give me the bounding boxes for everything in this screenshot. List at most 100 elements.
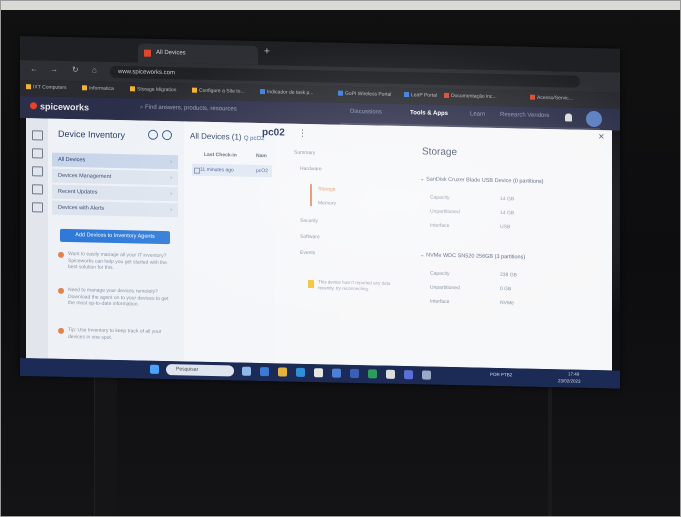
- field-value: USB: [500, 224, 511, 231]
- row-checkbox[interactable]: [194, 167, 200, 174]
- task-view-icon[interactable]: [242, 366, 251, 376]
- tree-item[interactable]: Events: [300, 250, 315, 256]
- col-last-checkin[interactable]: Last Check-in: [204, 152, 237, 159]
- warning-icon: [308, 280, 314, 289]
- devices-icon[interactable]: [32, 130, 43, 141]
- forward-icon[interactable]: →: [50, 65, 58, 74]
- tip-icon: [58, 287, 64, 294]
- site-search[interactable]: ⌕ Find answers, products, resources: [140, 105, 237, 114]
- add-devices-button[interactable]: Add Devices to Inventory Agents: [60, 228, 170, 245]
- browser-tab[interactable]: All Devices: [138, 43, 258, 65]
- home-icon[interactable]: ⌂: [92, 66, 97, 75]
- nav-tools-apps[interactable]: Tools & Apps: [410, 110, 448, 117]
- drive-heading[interactable]: ⌄ NVMe WDC SN520 256GB (3 partitions): [420, 252, 525, 260]
- tree-item[interactable]: Summary: [294, 150, 315, 156]
- nav-research-vendors[interactable]: Research Vendors: [500, 112, 549, 119]
- bookmark-icon: [26, 84, 31, 90]
- bookmark-item[interactable]: Storage Migration: [130, 85, 176, 95]
- taskbar-search[interactable]: Pesquisar: [166, 364, 234, 377]
- bookmark-icon: [192, 87, 197, 93]
- back-icon[interactable]: ←: [30, 64, 38, 73]
- inventory-panel: Device Inventory All Devices › Devices Ma…: [48, 118, 185, 362]
- drive-heading[interactable]: ⌄ SanDisk Cruzer Blade USB Device (0 par…: [420, 176, 544, 185]
- field-value: 14 GB: [500, 210, 515, 217]
- monitor-stand: [94, 372, 117, 517]
- section-title: Storage: [422, 146, 458, 159]
- wall-strip: [0, 0, 681, 10]
- bookmark-item[interactable]: Documentação inc...: [444, 92, 497, 102]
- chevron-right-icon: ›: [170, 159, 172, 166]
- monitor-cable: [548, 372, 552, 517]
- inventory-item-alerts[interactable]: Devices with Alerts ›: [52, 200, 178, 218]
- word-icon[interactable]: [350, 368, 359, 379]
- tree-item-selected[interactable]: Storage: [318, 186, 336, 192]
- nav-discussions[interactable]: Discussions: [350, 109, 382, 116]
- inventory-title: Device Inventory: [58, 128, 126, 141]
- outlook-icon[interactable]: [332, 368, 341, 378]
- bookmark-icon: [444, 93, 449, 99]
- monitor-icon[interactable]: [32, 148, 43, 159]
- inventory-modal: Device Inventory All Devices › Devices Ma…: [26, 118, 612, 371]
- edge-icon[interactable]: [296, 367, 305, 377]
- tree-item[interactable]: Software: [300, 234, 320, 240]
- left-icon-rail: [26, 118, 49, 359]
- bookmark-item[interactable]: LeaP Portal: [404, 91, 437, 101]
- field-label: Capacity: [430, 270, 450, 277]
- avatar[interactable]: [586, 110, 602, 128]
- more-options-icon[interactable]: ⋮: [298, 128, 307, 139]
- file-explorer-icon[interactable]: [278, 367, 287, 377]
- chevron-right-icon: ›: [170, 207, 172, 214]
- monitor-screen: All Devices + ← → ↻ ⌂ www.spiceworks.com…: [20, 36, 620, 389]
- tray-time[interactable]: 17:49: [568, 371, 579, 376]
- inventory-item-recent[interactable]: Recent Updates ›: [52, 184, 178, 202]
- new-tab-icon[interactable]: +: [264, 46, 270, 57]
- close-icon[interactable]: ✕: [598, 132, 605, 141]
- tab-title: All Devices: [156, 49, 186, 57]
- tip-icon: [58, 251, 64, 258]
- tray-language[interactable]: POR PTB2: [490, 372, 512, 377]
- chrome-icon[interactable]: [386, 369, 395, 379]
- bookmark-icon: [130, 86, 135, 92]
- widgets-icon[interactable]: [260, 367, 269, 377]
- excel-icon[interactable]: [368, 369, 377, 379]
- users-icon[interactable]: [148, 129, 158, 140]
- store-icon[interactable]: [314, 368, 323, 378]
- inventory-item-all-devices[interactable]: All Devices ›: [52, 152, 178, 170]
- nav-learn[interactable]: Learn: [470, 111, 485, 117]
- table-row[interactable]: 11 minutes ago pcO2: [192, 163, 272, 178]
- bookmark-item[interactable]: IXT Computers: [26, 83, 67, 93]
- field-value: 238 GB: [500, 272, 517, 279]
- add-icon[interactable]: [162, 129, 172, 141]
- tree-selection-bar: [310, 184, 312, 207]
- bookmark-item[interactable]: GoPI Wireless Portal: [338, 90, 391, 100]
- field-label: Unpartitioned: [430, 208, 460, 216]
- tree-item[interactable]: Memory: [318, 200, 336, 206]
- field-label: Interface: [430, 298, 450, 305]
- bookmark-item[interactable]: Configure a Site to...: [192, 87, 245, 97]
- notifications-icon[interactable]: [565, 113, 572, 122]
- bookmark-item[interactable]: Informatica: [82, 84, 114, 94]
- tree-item[interactable]: Hardware: [300, 166, 322, 172]
- start-icon[interactable]: [150, 364, 159, 374]
- inventory-item-management[interactable]: Devices Management ›: [52, 168, 178, 186]
- spiceworks-favicon-icon: [144, 49, 151, 57]
- reload-icon[interactable]: ↻: [72, 65, 79, 74]
- field-value: 0 GB: [500, 286, 512, 293]
- spiceworks-logo[interactable]: spiceworks: [30, 101, 89, 112]
- tray-date[interactable]: 23/02/2023: [558, 378, 581, 383]
- col-name[interactable]: Nam: [256, 153, 267, 159]
- bookmark-item[interactable]: Acesso/Servic...: [530, 94, 573, 104]
- tip-icon: [58, 327, 64, 334]
- chevron-right-icon: ›: [170, 191, 172, 198]
- tip-item: Want to easily manage all your IT invent…: [58, 251, 174, 273]
- bookmark-icon: [82, 85, 87, 91]
- bookmark-item[interactable]: Indicador de task p...: [260, 88, 313, 98]
- tree-item[interactable]: Security: [300, 218, 318, 224]
- field-value: 14 GB: [500, 196, 515, 203]
- report-icon[interactable]: [32, 166, 43, 177]
- network-icon[interactable]: [32, 184, 43, 195]
- devices-title: All Devices (1) Q pcO2: [190, 131, 265, 143]
- teams-icon[interactable]: [404, 370, 413, 380]
- settings-app-icon[interactable]: [422, 370, 431, 380]
- settings-icon[interactable]: [32, 202, 43, 213]
